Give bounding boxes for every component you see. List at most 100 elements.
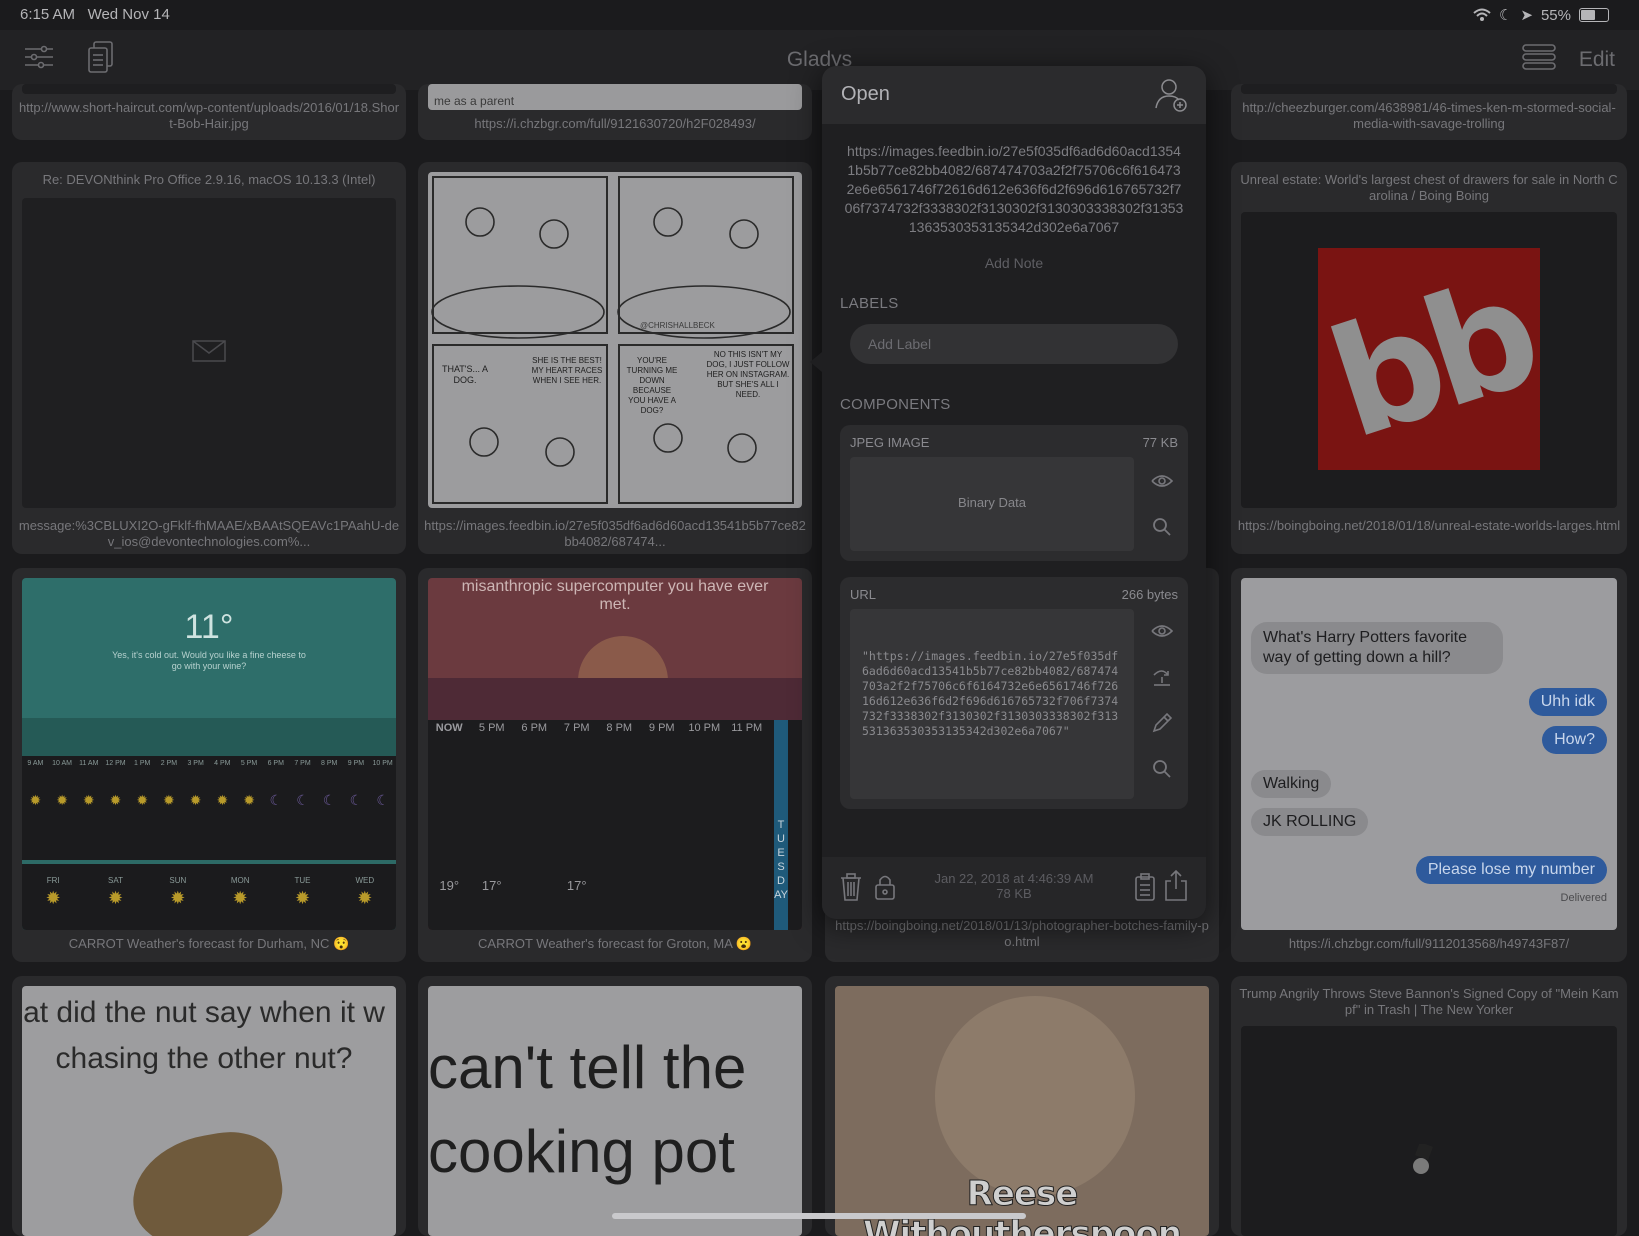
message-bubble: How? bbox=[1542, 726, 1607, 754]
popover-body: https://images.feedbin.io/27e5f035df6ad6… bbox=[822, 142, 1206, 809]
hour-label: 5 PM bbox=[478, 722, 505, 734]
item-caption: CARROT Weather's forecast for Groton, MA… bbox=[478, 936, 752, 951]
add-person-icon[interactable] bbox=[1154, 76, 1188, 112]
list-view-icon[interactable] bbox=[1521, 40, 1557, 74]
sun-icon: ✹ bbox=[56, 792, 68, 808]
item-card[interactable]: 11° Yes, it's cold out. Would you like a… bbox=[12, 568, 406, 962]
item-thumbnail bbox=[1241, 1026, 1617, 1236]
eye-icon[interactable] bbox=[1150, 469, 1174, 493]
hour-label: 11 PM bbox=[731, 722, 763, 734]
hourly-icons: ✹ ✹ ✹ ✹ ✹ ✹ ✹ ✹ ✹ ☾ ☾ ☾ ☾ ☾ bbox=[22, 792, 396, 822]
sun-icon: ✹ bbox=[29, 792, 42, 808]
sun-icon: ✹ bbox=[357, 888, 373, 908]
status-bar: 6:15 AM Wed Nov 14 ☾ ➤ 55% bbox=[0, 0, 1639, 30]
hour-label: 10 PM bbox=[688, 722, 721, 734]
item-card[interactable]: Reese Withoutherspoon bbox=[825, 976, 1219, 1236]
share-icon[interactable] bbox=[1164, 869, 1188, 901]
app-title: Gladys bbox=[786, 48, 853, 71]
divider bbox=[22, 860, 396, 864]
sun-icon: ✹ bbox=[136, 792, 149, 808]
eye-icon[interactable] bbox=[1150, 619, 1174, 643]
item-thumbnail: me as a parent bbox=[428, 84, 802, 110]
jpeg-component[interactable]: JPEG IMAGE 77 KB Binary Data bbox=[840, 425, 1188, 561]
moon-icon: ☾ bbox=[376, 792, 389, 808]
day-label: WED bbox=[355, 876, 375, 885]
sun-icon: ✹ bbox=[232, 888, 248, 908]
thumbnail-text: me as a parent bbox=[434, 94, 515, 108]
item-card[interactable]: me as a parent https://i.chzbgr.com/full… bbox=[418, 84, 812, 140]
sun-icon: ✹ bbox=[45, 888, 61, 908]
item-card[interactable]: Unreal estate: World's largest chest of … bbox=[1231, 162, 1627, 554]
weather-header: misanthropic supercomputer you have ever… bbox=[461, 578, 769, 613]
clipboard-icon[interactable] bbox=[1134, 873, 1156, 901]
item-detail-popover: Open https://images.feedbin.io/27e5f035d… bbox=[822, 66, 1206, 919]
component-actions bbox=[1150, 619, 1174, 781]
location-icon: ➤ bbox=[1520, 7, 1533, 24]
item-card[interactable]: @CHRISHALLBECK THAT'S... A DOG. SHE IS T… bbox=[418, 162, 812, 554]
sun-icon: ✹ bbox=[163, 792, 175, 808]
item-card[interactable]: http://cheezburger.com/4638981/46-times-… bbox=[1231, 84, 1627, 140]
day-label: FRI bbox=[46, 876, 60, 885]
search-icon[interactable] bbox=[1150, 757, 1174, 781]
item-card[interactable]: What's Harry Potters favorite way of get… bbox=[1231, 568, 1627, 962]
day-label: MON bbox=[230, 876, 250, 885]
day-label: TUE bbox=[294, 876, 311, 885]
meme-thumbnail: Reese Withoutherspoon bbox=[835, 986, 1209, 1236]
add-note-button[interactable]: Add Note bbox=[840, 255, 1188, 271]
weather-thumbnail: misanthropic supercomputer you have ever… bbox=[428, 578, 802, 930]
item-title: Unreal estate: World's largest chest of … bbox=[1240, 172, 1618, 203]
message-bubble: JK ROLLING bbox=[1251, 808, 1369, 836]
item-card[interactable]: http://www.short-haircut.com/wp-content/… bbox=[12, 84, 406, 140]
add-label-field[interactable]: Add Label bbox=[850, 324, 1178, 364]
edit-button[interactable]: Edit bbox=[1579, 48, 1615, 72]
hour-label: 1 PM bbox=[134, 760, 151, 767]
component-preview[interactable]: "https://images.feedbin.io/27e5f035df6ad… bbox=[850, 609, 1134, 799]
component-header: URL 266 bytes bbox=[850, 587, 1178, 602]
item-caption: https://i.chzbgr.com/full/9112013568/h49… bbox=[1288, 936, 1570, 951]
hour-label: 8 PM bbox=[606, 722, 633, 734]
item-card[interactable]: Trump Angrily Throws Steve Bannon's Sign… bbox=[1231, 976, 1627, 1236]
hour-label: 9 AM bbox=[27, 760, 44, 767]
daily-forecast: FRI ✹ SAT ✹ SUN ✹ MON ✹ TUE ✹ WED ✹ bbox=[22, 876, 396, 926]
hour-label: 4 PM bbox=[214, 760, 231, 767]
day-label: SAT bbox=[108, 876, 123, 885]
url-component[interactable]: URL 266 bytes "https://images.feedbin.io… bbox=[840, 577, 1188, 809]
sun-icon: ✹ bbox=[109, 792, 122, 808]
thumbnail-text: can't tell the cooking pot bbox=[428, 1034, 747, 1185]
tophat-icon bbox=[1409, 1144, 1435, 1178]
search-icon[interactable] bbox=[1150, 515, 1174, 539]
sun-icon: ✹ bbox=[82, 792, 95, 808]
component-type: URL bbox=[850, 587, 877, 602]
item-caption: http://cheezburger.com/4638981/46-times-… bbox=[1242, 100, 1616, 131]
moon-icon: ☾ bbox=[296, 792, 309, 808]
hour-label: 9 PM bbox=[347, 760, 365, 767]
hour-label: NOW bbox=[435, 722, 463, 734]
message-bubble: Walking bbox=[1251, 770, 1332, 798]
component-size: 77 KB bbox=[1142, 435, 1178, 450]
moon-icon: ☾ bbox=[322, 792, 336, 808]
thumbnail-text: at did the nut say when it w chasing the… bbox=[23, 996, 385, 1075]
item-card[interactable]: can't tell the cooking pot bbox=[418, 976, 812, 1236]
component-actions bbox=[1150, 469, 1174, 539]
item-url[interactable]: https://images.feedbin.io/27e5f035df6ad6… bbox=[840, 142, 1188, 237]
open-link-icon[interactable] bbox=[1150, 665, 1174, 689]
weather-hourly: 9 AM 10 AM 11 AM 12 PM 1 PM 2 PM 3 PM 4 PM 5 PM 6… bbox=[22, 756, 396, 930]
pencil-icon[interactable] bbox=[1150, 711, 1174, 735]
item-caption: message:%3CBLUXI2O-gFklf-fhMAAE/xBAAtSQE… bbox=[18, 518, 400, 549]
hourly-labels: NOW 5 PM 6 PM 7 PM 8 PM 9 PM 10 PM 11 PM bbox=[428, 722, 782, 740]
item-card[interactable]: misanthropic supercomputer you have ever… bbox=[418, 568, 812, 962]
imessage-thumbnail: What's Harry Potters favorite way of get… bbox=[1241, 578, 1617, 930]
weather-hourly: NOW 5 PM 6 PM 7 PM 8 PM 9 PM 10 PM 11 PM 19° 17°… bbox=[428, 720, 802, 930]
message-bubble: Uhh idk bbox=[1528, 688, 1607, 716]
open-button[interactable]: Open bbox=[841, 83, 890, 106]
hour-label: 6 PM bbox=[521, 722, 548, 734]
item-card[interactable]: Re: DEVONthink Pro Office 2.9.16, macOS … bbox=[12, 162, 406, 554]
sun-icon: ✹ bbox=[189, 792, 202, 808]
weather-temp: 11° bbox=[184, 608, 234, 646]
home-indicator[interactable] bbox=[612, 1213, 1026, 1219]
battery-icon bbox=[1579, 8, 1609, 22]
item-card[interactable]: at did the nut say when it w chasing the… bbox=[12, 976, 406, 1236]
item-thumbnail: bb bbox=[1241, 212, 1617, 508]
component-preview[interactable]: Binary Data bbox=[850, 457, 1134, 551]
sun-icon: ✹ bbox=[170, 888, 186, 908]
